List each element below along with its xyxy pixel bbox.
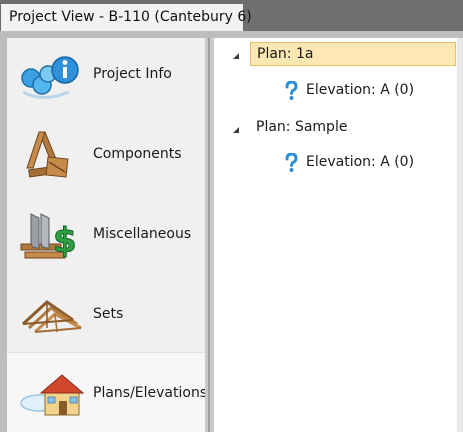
- question-icon: [285, 153, 298, 172]
- svg-text:$: $: [53, 221, 77, 261]
- nav-item-plans-elevations[interactable]: Plans/Elevations: [7, 352, 208, 432]
- truss-components-icon: [26, 131, 69, 178]
- truss-set-icon: [21, 300, 82, 334]
- miscellaneous-money-icon: $: [20, 213, 77, 262]
- navigation-panel: Project Info Components $ Miscellaneous: [7, 38, 208, 432]
- document-tab-bar: Project View - B-110 (Cantebury 6): [0, 0, 463, 31]
- nav-item-miscellaneous[interactable]: $ Miscellaneous: [7, 198, 205, 278]
- nav-item-label: Components: [93, 146, 182, 162]
- nav-item-label: Project Info: [93, 66, 172, 82]
- tree-node-plan: Plan: Sample: [214, 116, 457, 140]
- nav-item-sets[interactable]: Sets: [7, 278, 205, 358]
- project-view-tab[interactable]: Project View - B-110 (Cantebury 6): [0, 3, 252, 31]
- plan-label: Plan: 1a: [257, 46, 314, 62]
- collapse-arrow-icon[interactable]: [233, 127, 239, 133]
- panel-splitter[interactable]: [205, 38, 214, 432]
- project-view-tab-title: Project View - B-110 (Cantebury 6): [9, 9, 252, 25]
- tree-node-elevation[interactable]: Elevation: A (0): [214, 79, 457, 103]
- collapse-arrow-icon[interactable]: [233, 53, 239, 59]
- tree-node-elevation[interactable]: Elevation: A (0): [214, 151, 457, 175]
- tree-node-plan: Plan: 1a: [214, 42, 457, 66]
- plan-node-label-box[interactable]: Plan: 1a: [250, 42, 456, 66]
- nav-item-project-info[interactable]: Project Info: [7, 38, 205, 118]
- nav-item-components[interactable]: Components: [7, 118, 205, 198]
- nav-item-label: Sets: [93, 306, 124, 322]
- plan-node-label-box[interactable]: Plan: Sample: [250, 116, 390, 140]
- plan-label: Plan: Sample: [256, 119, 348, 135]
- nav-item-label: Miscellaneous: [93, 226, 192, 242]
- vertical-scrollbar[interactable]: [457, 38, 463, 432]
- nav-item-label: Plans/Elevations: [93, 385, 208, 401]
- question-icon: [285, 81, 298, 100]
- project-info-icon: [21, 56, 79, 99]
- elevation-label: Elevation: A (0): [306, 154, 415, 170]
- house-plan-icon: [20, 374, 85, 416]
- splitter-line: [208, 38, 210, 432]
- elevation-label: Elevation: A (0): [306, 82, 415, 98]
- plans-tree-panel: Plan: 1a Elevation: A (0) Plan: Sample E…: [214, 38, 457, 432]
